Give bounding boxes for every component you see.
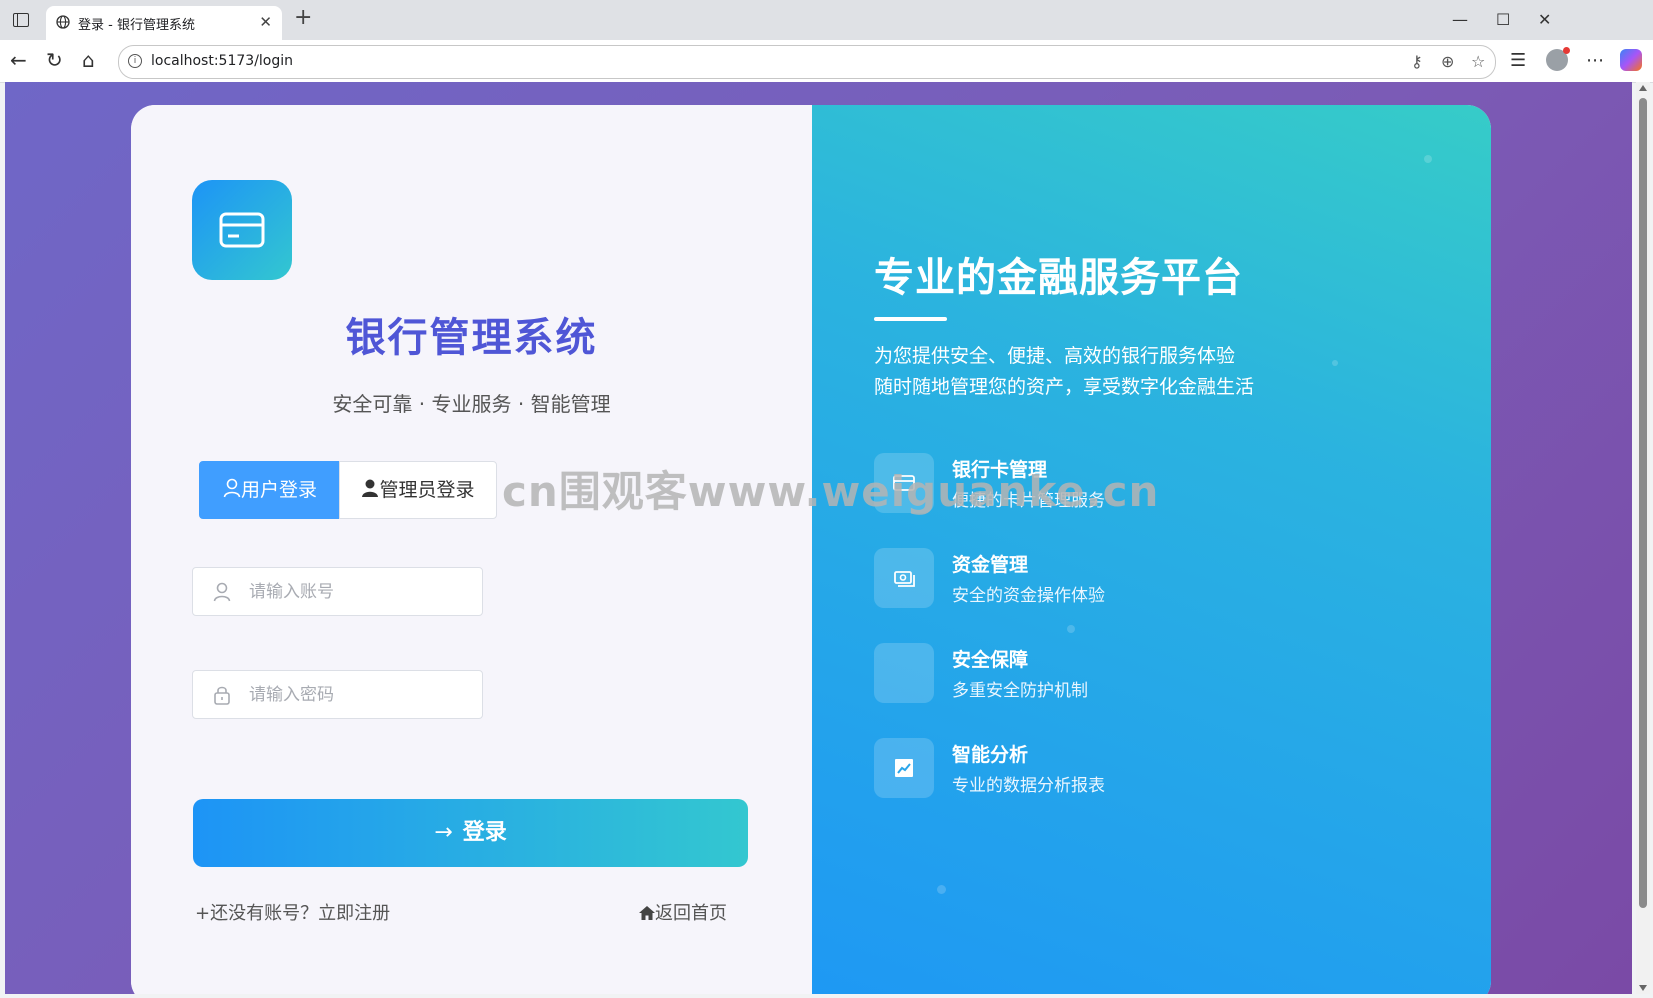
chart-icon: [895, 759, 913, 777]
lock-icon: [214, 686, 230, 705]
password-input[interactable]: [247, 680, 471, 710]
feature-security: 安全保障 多重安全防护机制: [874, 643, 1294, 705]
account-field: [192, 567, 483, 616]
credit-card-icon: [219, 212, 265, 248]
address-bar[interactable]: i localhost:5173/login ⚷ ⊕ ☆: [118, 45, 1496, 79]
more-menu-icon[interactable]: ⋯: [1586, 50, 1604, 71]
scroll-down-icon[interactable]: [1639, 985, 1647, 991]
sidebar-toggle-icon[interactable]: [13, 13, 29, 27]
decor-dot: [1332, 360, 1338, 366]
promo-desc-1: 为您提供安全、便捷、高效的银行服务体验: [874, 345, 1236, 367]
feature-icon-box: [874, 453, 934, 513]
feature-icon-box: [874, 548, 934, 608]
decor-dot: [1424, 155, 1432, 163]
page-viewport: 银行管理系统 安全可靠 · 专业服务 · 智能管理 用户登录 管理员登录 请输入…: [5, 82, 1632, 994]
login-button[interactable]: → 登录: [193, 799, 748, 867]
system-title: 银行管理系统: [345, 315, 598, 361]
page-scrollbar[interactable]: [1636, 82, 1650, 994]
scroll-up-icon[interactable]: [1639, 85, 1647, 91]
maximize-button[interactable]: ☐: [1496, 10, 1510, 29]
login-card: 银行管理系统 安全可靠 · 专业服务 · 智能管理 用户登录 管理员登录 请输入…: [131, 105, 1491, 994]
feature-analysis: 智能分析 专业的数据分析报表: [874, 738, 1294, 800]
home-icon[interactable]: ⌂: [82, 49, 95, 71]
new-tab-button[interactable]: +: [294, 7, 312, 29]
profile-avatar[interactable]: [1546, 47, 1570, 71]
browser-toolbar: ← ↻ ⌂ i localhost:5173/login ⚷ ⊕ ☆ ☰ ⋯: [0, 40, 1653, 83]
minimize-button[interactable]: —: [1452, 10, 1468, 29]
card-icon: [893, 475, 915, 491]
feature-desc: 便捷的卡片管理服务: [952, 491, 1105, 511]
tab-user-login[interactable]: 用户登录: [199, 461, 341, 519]
bank-logo: [192, 180, 292, 280]
feature-desc: 多重安全防护机制: [952, 681, 1088, 701]
feature-title: 安全保障: [952, 649, 1029, 671]
key-icon[interactable]: ⚷: [1411, 52, 1423, 71]
login-form-panel: 银行管理系统 安全可靠 · 专业服务 · 智能管理 用户登录 管理员登录 请输入…: [131, 105, 812, 994]
house-icon: [639, 906, 655, 920]
close-window-button[interactable]: ✕: [1538, 10, 1551, 29]
money-icon: [894, 571, 915, 587]
tab-title: 登录 - 银行管理系统: [78, 18, 195, 33]
feature-title: 智能分析: [952, 744, 1029, 766]
arrow-right-icon: →: [434, 820, 453, 845]
tab-admin-login-label: 管理员登录: [379, 479, 475, 501]
feature-icon-box: [874, 738, 934, 798]
feature-card-management: 银行卡管理 便捷的卡片管理服务: [874, 453, 1294, 515]
account-input[interactable]: [247, 577, 471, 607]
browser-tab-bar: 登录 - 银行管理系统 ✕ + — ☐ ✕: [0, 0, 1653, 40]
feature-fund-management: 资金管理 安全的资金操作体验: [874, 548, 1294, 610]
browser-tab[interactable]: 登录 - 银行管理系统 ✕: [46, 6, 282, 40]
register-link-label: 还没有账号？立即注册: [210, 903, 391, 924]
url-text: localhost:5173/login: [151, 53, 294, 69]
globe-icon: [56, 15, 70, 29]
plus-icon: +: [195, 903, 211, 924]
decor-dot: [937, 885, 946, 894]
account-user-icon: [213, 582, 231, 602]
tab-user-login-label: 用户登录: [240, 479, 317, 501]
system-subtitle: 安全可靠 · 专业服务 · 智能管理: [332, 392, 611, 416]
register-link[interactable]: +还没有账号？立即注册: [195, 899, 390, 925]
back-icon[interactable]: ←: [10, 49, 27, 71]
promo-divider: [874, 317, 947, 321]
login-button-label: 登录: [462, 820, 507, 845]
feature-desc: 安全的资金操作体验: [952, 586, 1105, 606]
zoom-icon[interactable]: ⊕: [1441, 52, 1454, 71]
feature-title: 银行卡管理: [952, 459, 1048, 481]
admin-user-icon: [362, 479, 379, 497]
promo-title: 专业的金融服务平台: [874, 255, 1243, 301]
reload-icon[interactable]: ↻: [46, 49, 63, 71]
tab-close-icon[interactable]: ✕: [259, 13, 272, 31]
favorite-star-icon[interactable]: ☆: [1471, 52, 1485, 71]
feature-desc: 专业的数据分析报表: [952, 776, 1105, 796]
feature-icon-box: [874, 643, 934, 703]
favorites-icon[interactable]: ☰: [1510, 50, 1526, 71]
home-link[interactable]: 返回首页: [639, 899, 727, 925]
scrollbar-thumb[interactable]: [1639, 98, 1647, 908]
feature-title: 资金管理: [952, 554, 1029, 576]
site-info-icon[interactable]: i: [128, 54, 142, 68]
promo-panel: 专业的金融服务平台 为您提供安全、便捷、高效的银行服务体验 随时随地管理您的资产…: [812, 105, 1491, 994]
promo-desc-2: 随时随地管理您的资产，享受数字化金融生活: [874, 376, 1255, 398]
tab-admin-login[interactable]: 管理员登录: [339, 461, 497, 519]
copilot-icon[interactable]: [1620, 49, 1642, 71]
password-field: [192, 670, 483, 719]
user-icon: [223, 478, 241, 498]
home-link-label: 返回首页: [655, 903, 727, 924]
decor-dot: [1067, 625, 1075, 633]
